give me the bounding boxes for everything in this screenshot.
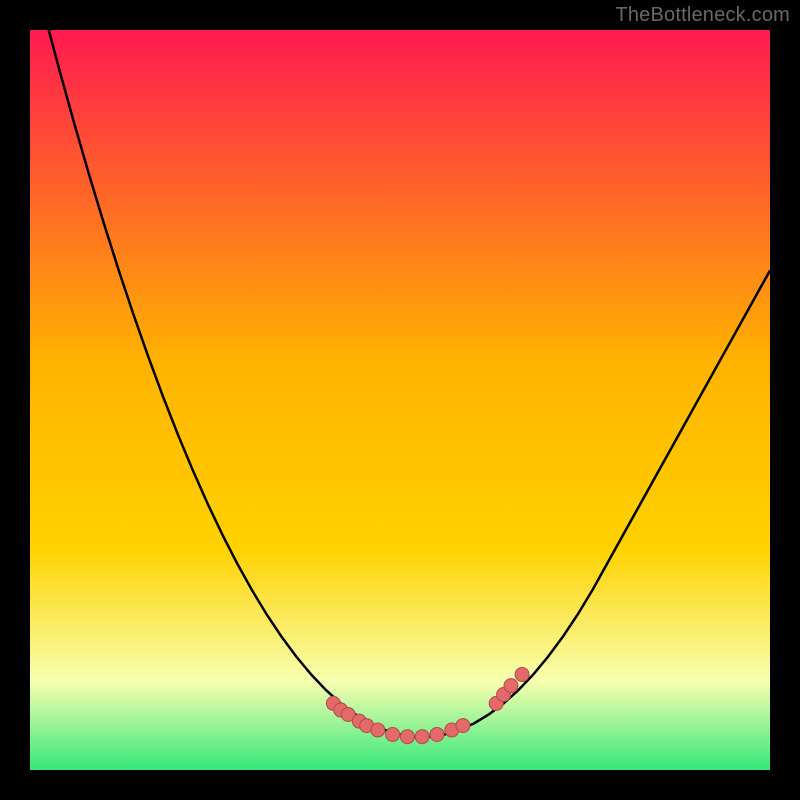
data-dot [515,668,529,682]
data-dot [456,719,470,733]
chart-svg [30,30,770,770]
data-dot [386,727,400,741]
data-dot [504,679,518,693]
data-dot [400,730,414,744]
outer-frame: TheBottleneck.com [0,0,800,800]
gradient-background [30,30,770,770]
plot-area [30,30,770,770]
data-dot [415,730,429,744]
data-dot [371,723,385,737]
data-dot [430,727,444,741]
watermark-text: TheBottleneck.com [615,4,790,27]
